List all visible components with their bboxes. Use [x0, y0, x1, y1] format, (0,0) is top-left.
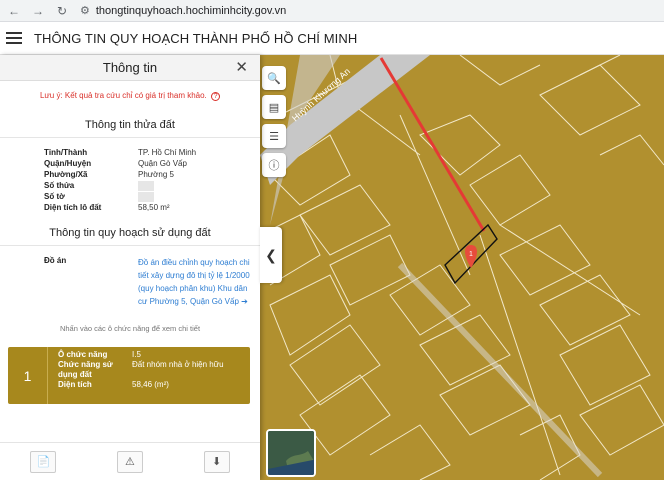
disclaimer-note: Lưu ý: Kết quả tra cứu chỉ có giá trị th…: [0, 91, 260, 101]
forward-icon[interactable]: →: [28, 1, 48, 21]
land-row: Tỉnh/Thành TP. Hồ Chí Minh: [0, 147, 260, 158]
satellite-minimap[interactable]: [266, 429, 316, 477]
document-icon[interactable]: 📄: [30, 450, 57, 473]
plan-row: Đồ án Đồ án điều chỉnh quy hoạch chi tiế…: [0, 256, 260, 308]
land-key: Số tờ: [44, 192, 65, 201]
chevron-left-icon: ❮: [265, 246, 277, 263]
info-panel: Thông tin ✕ Lưu ý: Kết quả tra cứu chỉ c…: [0, 55, 260, 480]
land-value: TP. Hồ Chí Minh: [138, 148, 197, 157]
app-header: THÔNG TIN QUY HOẠCH THÀNH PHỐ HỒ CHÍ MIN…: [0, 22, 664, 55]
land-row: Quận/Huyện Quận Gò Vấp: [0, 158, 260, 169]
list-icon[interactable]: ☰: [262, 124, 286, 148]
info-icon[interactable]: ⓘ: [262, 153, 286, 177]
marker-number: 1: [469, 251, 473, 258]
browser-toolbar: ← → ↻ ⚙ thongtinquyhoach.hochiminhcity.g…: [0, 0, 664, 22]
collapse-panel-button[interactable]: ❮: [260, 227, 282, 283]
land-section-title: Thông tin thửa đất: [85, 119, 175, 131]
card-key: Chức năng sử dụng đất: [58, 360, 113, 379]
land-value: Quận Gò Vấp: [138, 159, 187, 168]
download-icon[interactable]: ⬇: [203, 450, 230, 473]
land-row: Phường/Xã Phường 5: [0, 169, 260, 180]
card-value: I.5: [132, 350, 141, 359]
url-text: thongtinquyhoach.hochiminhcity.gov.vn: [95, 4, 287, 17]
card-key: Diện tích: [58, 380, 92, 389]
address-bar[interactable]: ⚙ thongtinquyhoach.hochiminhcity.gov.vn: [80, 4, 287, 18]
land-value: Phường 5: [138, 170, 174, 179]
land-key: Phường/Xã: [44, 170, 88, 179]
card-number: 1: [8, 347, 48, 404]
card-value: Đất nhóm nhà ở hiện hữu: [132, 360, 224, 369]
map-toolbar: 🔍 ▤ ☰ ⓘ: [262, 66, 286, 177]
back-icon[interactable]: ←: [4, 1, 24, 21]
land-row: Diện tích lô đất 58,50 m²: [0, 202, 260, 213]
redacted-value: [138, 192, 154, 202]
card-row: Diện tích 58,46 (m²): [48, 380, 242, 390]
land-value: 58,50 m²: [138, 203, 170, 212]
land-key: Quận/Huyện: [44, 159, 92, 168]
card-row: Chức năng sử dụng đất Đất nhóm nhà ở hiện…: [48, 360, 242, 380]
note-text: Lưu ý: Kết quả tra cứu chỉ có giá trị th…: [39, 91, 207, 100]
help-icon[interactable]: ?: [211, 92, 221, 101]
card-body: Ô chức năng I.5 Chức năng sử dụng đất Đất …: [48, 347, 242, 404]
panel-actions: 📄 ⚠ ⬇: [0, 442, 260, 480]
card-key: Ô chức năng: [58, 350, 108, 359]
app-title: THÔNG TIN QUY HOẠCH THÀNH PHỐ HỒ CHÍ MIN…: [34, 30, 358, 46]
plan-section-title: Thông tin quy hoạch sử dụng đất: [49, 227, 211, 239]
panel-title: Thông tin: [102, 60, 158, 75]
panel-header: Thông tin ✕: [0, 55, 260, 81]
minimap-svg: [268, 431, 314, 475]
section-divider: [0, 137, 260, 138]
land-row: Số tờ: [0, 191, 260, 202]
land-key: Diện tích lô đất: [44, 203, 102, 212]
site-settings-icon[interactable]: ⚙: [80, 4, 90, 17]
menu-icon[interactable]: [6, 32, 22, 44]
layers-icon[interactable]: ▤: [262, 95, 286, 119]
land-row: Số thửa: [0, 180, 260, 191]
plan-link[interactable]: Đồ án điều chỉnh quy hoạch chi tiết xây …: [138, 256, 250, 308]
function-card[interactable]: 1 Ô chức năng I.5 Chức năng sử dụng đất Đấ…: [8, 347, 250, 404]
plan-key: Đồ án: [44, 256, 67, 265]
land-key: Số thửa: [44, 181, 75, 190]
card-value: 58,46 (m²): [132, 380, 169, 389]
search-icon[interactable]: 🔍: [262, 66, 286, 90]
reload-icon[interactable]: ↻: [52, 1, 72, 21]
land-key: Tỉnh/Thành: [44, 148, 88, 157]
close-icon[interactable]: ✕: [235, 58, 248, 76]
warning-icon[interactable]: ⚠: [116, 450, 143, 473]
redacted-value: [138, 181, 154, 191]
card-row: Ô chức năng I.5: [48, 350, 242, 360]
section-divider: [0, 245, 260, 246]
function-hint: Nhấn vào các ô chức năng để xem chi tiết: [59, 324, 201, 333]
land-info-table: Tỉnh/Thành TP. Hồ Chí Minh Quận/Huyện Quận…: [0, 147, 260, 213]
